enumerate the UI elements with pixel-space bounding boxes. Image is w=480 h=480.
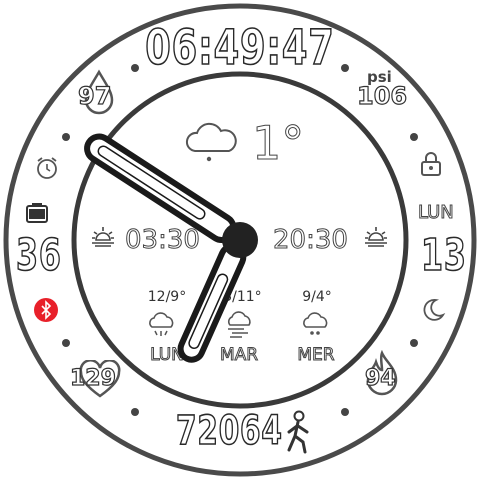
minute-hand: [177, 243, 247, 363]
center-hub: [222, 222, 258, 258]
clock-hands: [84, 133, 258, 363]
hour-hand: [84, 133, 240, 244]
